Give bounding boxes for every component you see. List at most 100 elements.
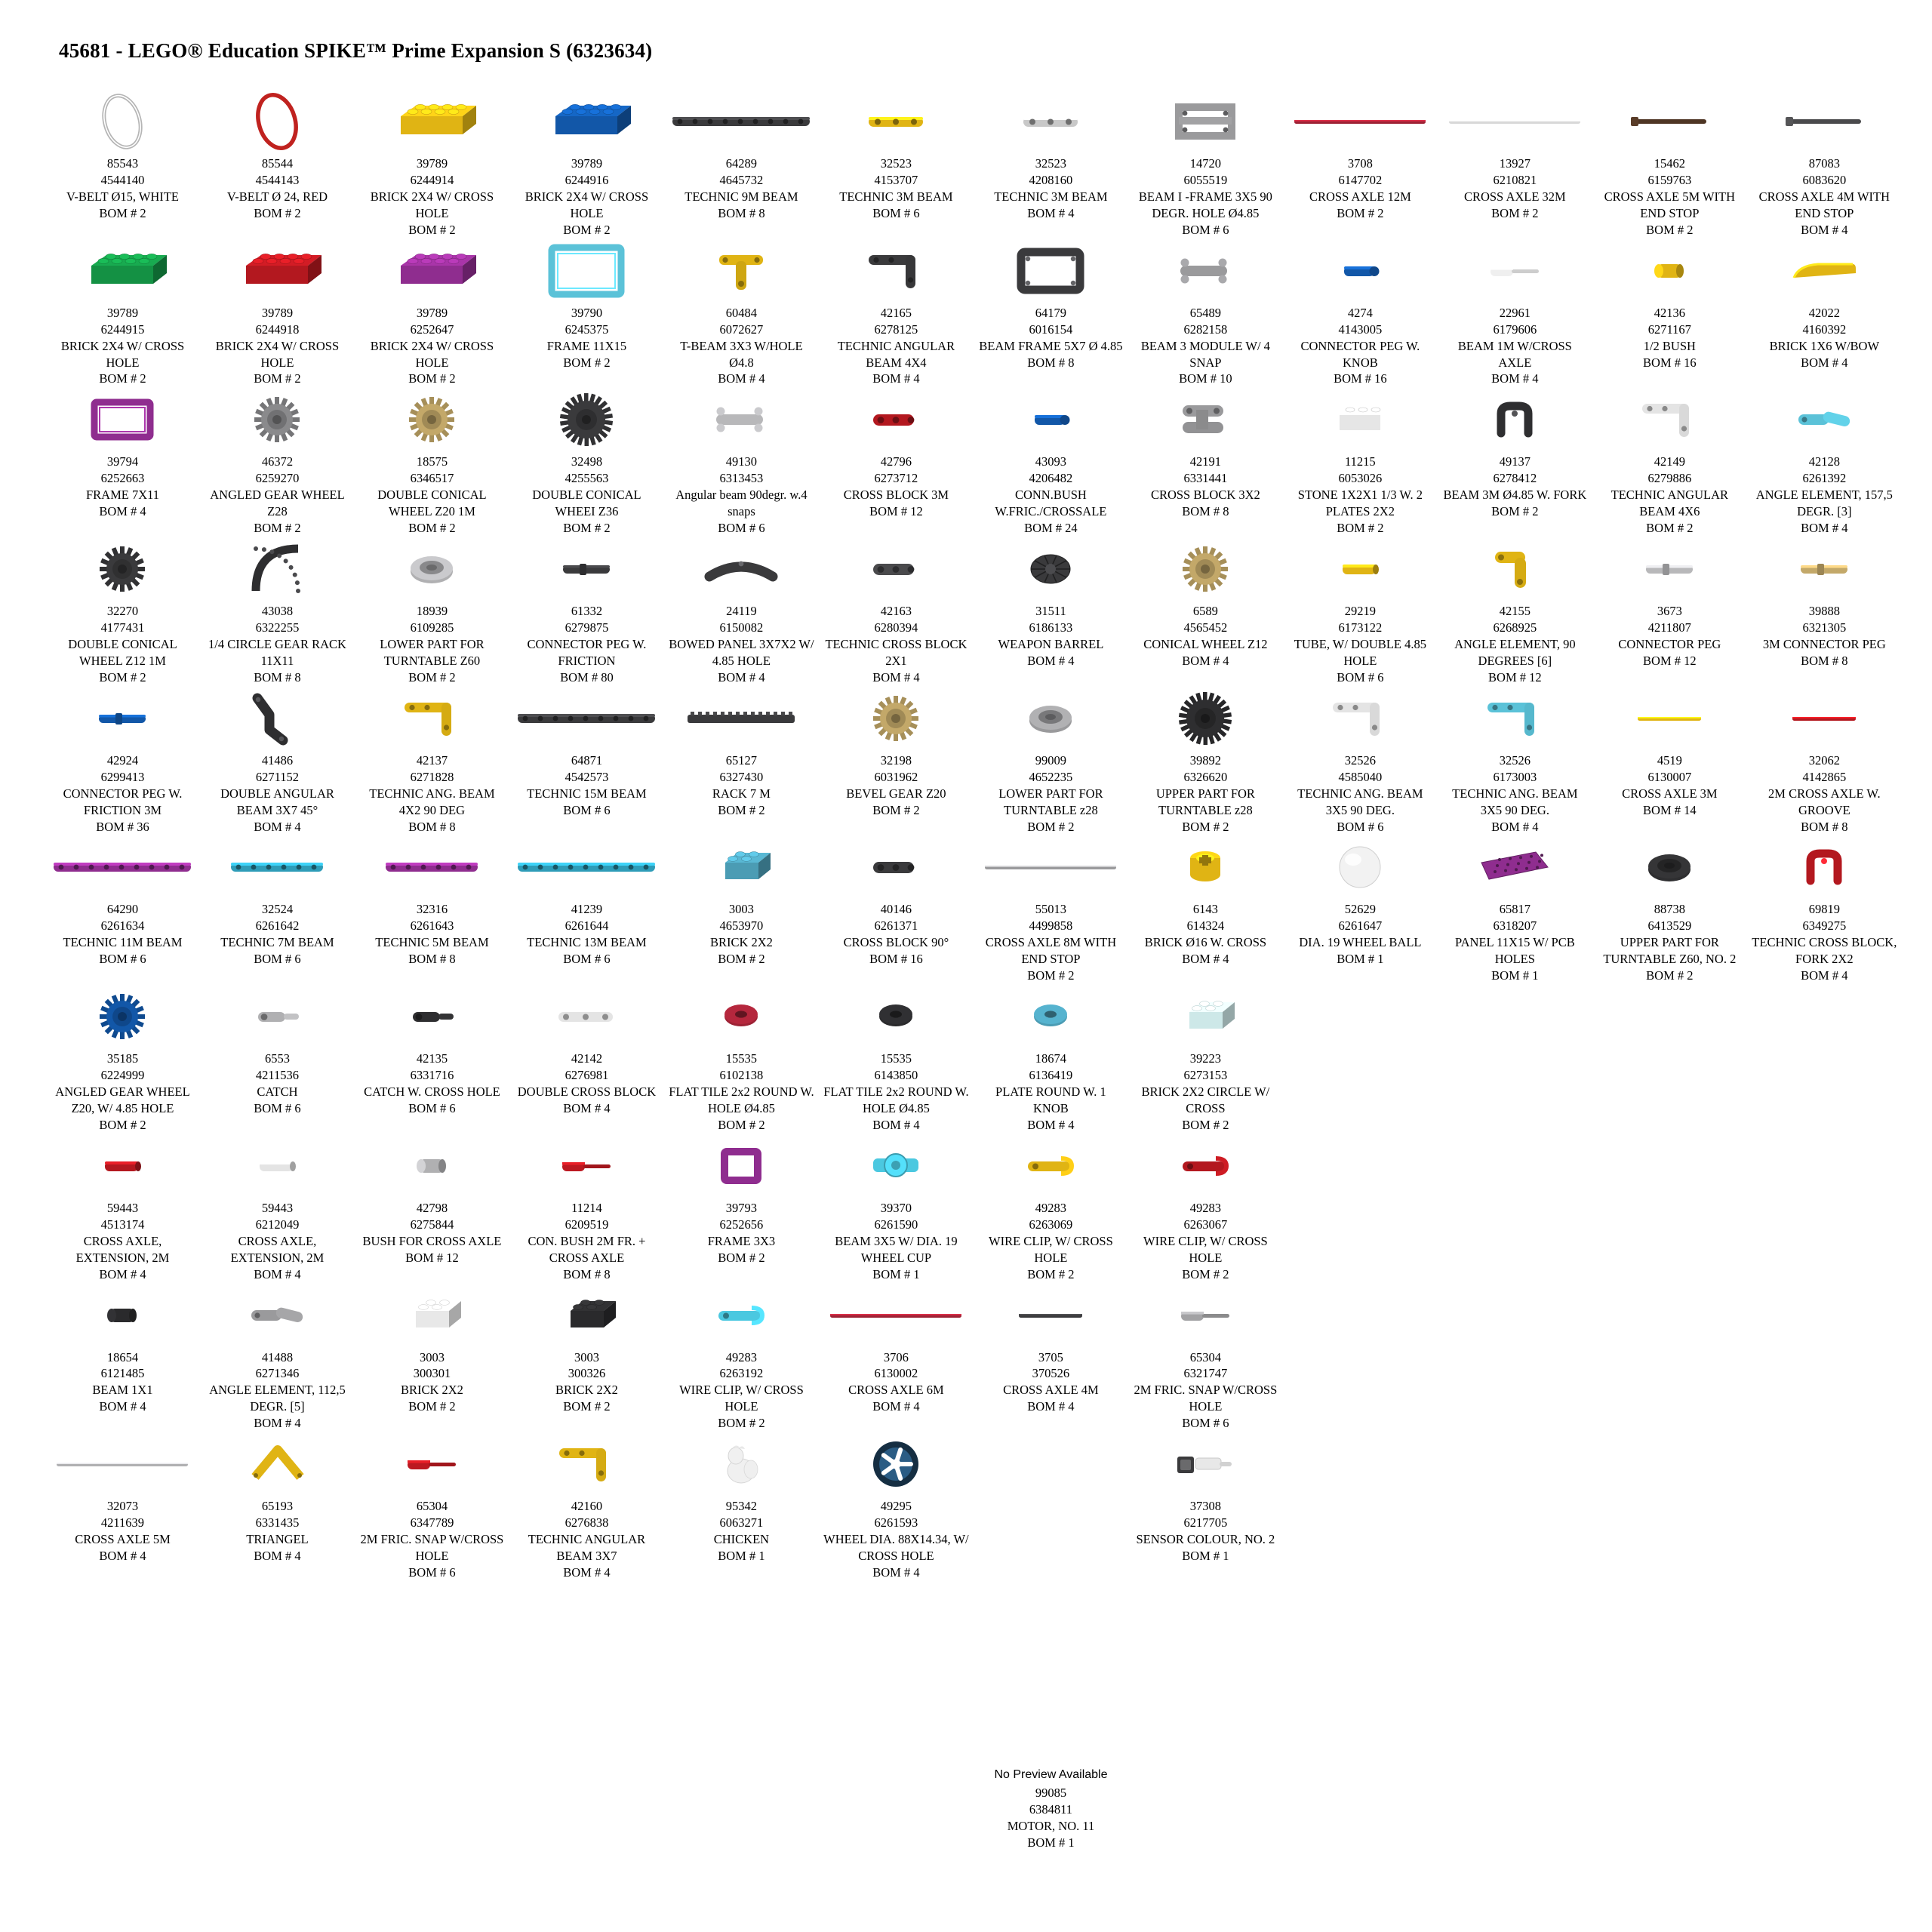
part-cell: 42155 6268925 ANGLE ELEMENT, 90 DEGREES … [1438,537,1592,686]
wireclip-icon [977,1134,1125,1198]
part-cell: 42798 6275844 BUSH FOR CROSS AXLE BOM # … [355,1134,509,1266]
parts-row: 85543 4544140 V-BELT Ø15, WHITE BOM # 2 8… [45,89,1902,238]
part-label: 37308 6217705 SENSOR COLOUR, NO. 2 BOM #… [1136,1499,1275,1563]
part-label: 32062 4142865 2M CROSS AXLE W. GROOVE BO… [1768,752,1881,834]
part-cell: 39789 6244914 BRICK 2X4 W/ CROSS HOLE BO… [355,89,509,238]
tile-round-icon [667,984,816,1049]
part-label: 32198 6031962 BEVEL GEAR Z20 BOM # 2 [846,752,946,817]
part-cell: 13927 6210821 CROSS AXLE 32M BOM # 2 [1438,89,1592,222]
part-cell: 32270 4177431 DOUBLE CONICAL WHEEL Z12 1… [45,537,200,686]
parts-row: 32270 4177431 DOUBLE CONICAL WHEEL Z12 1… [45,537,1902,686]
part-cell: 39223 6273153 BRICK 2X2 CIRCLE W/ CROSS … [1128,984,1283,1134]
peg-axle-icon [1131,1283,1280,1348]
part-cell: 29219 6173122 TUBE, W/ DOUBLE 4.85 HOLE … [1283,537,1438,686]
part-label: 3708 6147702 CROSS AXLE 12M BOM # 2 [1309,156,1411,220]
parts-row: 35185 6224999 ANGLED GEAR WHEEL Z20, W/ … [45,984,1902,1134]
parts-row: 59443 4513174 CROSS AXLE, EXTENSION, 2M … [45,1134,1902,1283]
part-cell: 65193 6331435 TRIANGEL BOM # 4 [200,1432,355,1564]
round-brick-icon [1131,835,1280,900]
part-label: 42924 6299413 CONNECTOR PEG W. FRICTION … [63,752,183,834]
part-label: 64289 4645732 TECHNIC 9M BEAM BOM # 8 [685,156,798,220]
part-cell: 85543 4544140 V-BELT Ø15, WHITE BOM # 2 [45,89,200,222]
part-cell: 64871 4542573 TECHNIC 15M BEAM BOM # 6 [509,686,664,819]
part-cell: 3705 370526 CROSS AXLE 4M BOM # 4 [974,1283,1128,1416]
part-cell: 18674 6136419 PLATE ROUND W. 1 KNOB BOM … [974,984,1128,1134]
part-cell: 39892 6326620 UPPER PART FOR TURNTABLE z… [1128,686,1283,835]
angular-beam-icon [822,238,971,303]
part-cell: 65304 6321747 2M FRIC. SNAP W/CROSS HOLE… [1128,1283,1283,1432]
part-label: 32526 6173003 TECHNIC ANG. BEAM 3X5 90 D… [1452,752,1578,834]
fork-icon [1441,387,1589,452]
part-label: 39789 6244918 BRICK 2X4 W/ CROSS HOLE BO… [215,305,340,386]
part-cell: 15535 6102138 FLAT TILE 2x2 ROUND W. HOL… [664,984,819,1134]
peg-icon [1286,238,1435,303]
brick2x4-icon [358,238,506,303]
tube-icon [1286,537,1435,601]
part-label: 32498 4255563 DOUBLE CONICAL WHEEI Z36 B… [532,454,641,536]
brick2x4-icon [512,89,661,154]
part-cell: 49295 6261593 WHEEL DIA. 88X14.34, W/ CR… [819,1432,974,1581]
parts-row: 39789 6244915 BRICK 2X4 W/ CROSS HOLE BO… [45,238,1902,388]
part-label: 41239 6261644 TECHNIC 13M BEAM BOM # 6 [527,902,647,967]
parts-row: 32073 4211639 CROSS AXLE 5M BOM # 4 65193… [45,1432,1902,1581]
panel-icon [667,537,816,601]
part-cell: 40146 6261371 CROSS BLOCK 90° BOM # 16 [819,835,974,968]
angular-beam-icon [1595,387,1744,452]
part-label: 42165 6278125 TECHNIC ANGULAR BEAM 4X4 B… [837,305,955,386]
part-label: 6553 4211536 CATCH BOM # 6 [254,1051,301,1115]
part-cell: 6553 4211536 CATCH BOM # 6 [200,984,355,1117]
part-cell: 32073 4211639 CROSS AXLE 5M BOM # 4 [45,1432,200,1564]
part-cell: 59443 6212049 CROSS AXLE, EXTENSION, 2M … [200,1134,355,1283]
brick2x2-icon [667,835,816,900]
part-label: 61332 6279875 CONNECTOR PEG W. FRICTION … [527,604,647,685]
part-cell: 46372 6259270 ANGLED GEAR WHEEL Z28 BOM … [200,387,355,537]
part-cell: 49283 6263192 WIRE CLIP, W/ CROSS HOLE B… [664,1283,819,1432]
part-cell: 41488 6271346 ANGLE ELEMENT, 112,5 DEGR.… [200,1283,355,1432]
part-cell: 42165 6278125 TECHNIC ANGULAR BEAM 4X4 B… [819,238,974,388]
part-label: 35185 6224999 ANGLED GEAR WHEEL Z20, W/ … [55,1051,190,1132]
no-preview-part-text: 99085 6384811 MOTOR, NO. 11 BOM # 1 [1007,1785,1095,1850]
angular-beam-icon [1441,686,1589,751]
part-label: 39794 6252663 FRAME 7X11 BOM # 4 [85,454,159,519]
part-label: 49283 6263067 WIRE CLIP, W/ CROSS HOLE B… [1143,1200,1268,1281]
brick2x4-icon [48,238,197,303]
part-cell: 32498 4255563 DOUBLE CONICAL WHEEI Z36 B… [509,387,664,537]
part-label: 42163 6280394 TECHNIC CROSS BLOCK 2X1 BO… [825,604,968,685]
dbl-angular-icon [203,686,352,751]
part-label: 11215 6053026 STONE 1X2X1 1/3 W. 2 PLATE… [1297,454,1423,536]
part-label: 42155 6268925 ANGLE ELEMENT, 90 DEGREES … [1454,604,1576,685]
part-label: 65489 6282158 BEAM 3 MODULE W/ 4 SNAP BO… [1140,305,1270,386]
part-cell: 32526 6173003 TECHNIC ANG. BEAM 3X5 90 D… [1438,686,1592,835]
iframe-icon [1131,89,1280,154]
part-cell: 49130 6313453 Angular beam 90degr. w.4 s… [664,387,819,537]
part-label: 39789 6244914 BRICK 2X4 W/ CROSS HOLE BO… [370,156,494,237]
dblcross-icon [512,984,661,1049]
part-label: 42142 6276981 DOUBLE CROSS BLOCK BOM # 4 [517,1051,657,1115]
part-cell: 3003 300301 BRICK 2X2 BOM # 2 [355,1283,509,1416]
part-cell: 49283 6263067 WIRE CLIP, W/ CROSS HOLE B… [1128,1134,1283,1283]
part-cell: 42136 6271167 1/2 BUSH BOM # 16 [1592,238,1747,371]
triangel-icon [203,1432,352,1497]
part-label: 11214 6209519 CON. BUSH 2M FR. + CROSS A… [528,1200,646,1281]
part-label: 85544 4544143 V-BELT Ø 24, RED BOM # 2 [226,156,328,220]
part-label: 42160 6276838 TECHNIC ANGULAR BEAM 3X7 B… [528,1499,646,1580]
part-label: 49283 6263069 WIRE CLIP, W/ CROSS HOLE B… [989,1200,1113,1281]
peg-axle-icon [512,1134,661,1198]
part-label: 69819 6349275 TECHNIC CROSS BLOCK, FORK … [1752,902,1897,983]
bush-icon [1595,238,1744,303]
part-label: 60484 6072627 T-BEAM 3X3 W/HOLE Ø4.8 BOM… [680,305,803,386]
part-label: 15535 6143850 FLAT TILE 2x2 ROUND W. HOL… [823,1051,969,1132]
part-cell: 31511 6186133 WEAPON BARREL BOM # 4 [974,537,1128,669]
turntable-icon [1595,835,1744,900]
part-cell: 32198 6031962 BEVEL GEAR Z20 BOM # 2 [819,686,974,819]
brick2x4-icon [203,238,352,303]
part-cell: 32523 4208160 TECHNIC 3M BEAM BOM # 4 [974,89,1128,222]
part-cell: 39794 6252663 FRAME 7X11 BOM # 4 [45,387,200,520]
part-cell: 22961 6179606 BEAM 1M W/CROSS AXLE BOM #… [1438,238,1592,388]
page-title: 45681 - LEGO® Education SPIKE™ Prime Exp… [59,39,653,62]
part-label: 13927 6210821 CROSS AXLE 32M BOM # 2 [1463,156,1566,220]
part-cell: 39789 6244918 BRICK 2X4 W/ CROSS HOLE BO… [200,238,355,388]
beam-mid-icon [203,835,352,900]
gear-icon [358,387,506,452]
part-cell: 42163 6280394 TECHNIC CROSS BLOCK 2X1 BO… [819,537,974,686]
